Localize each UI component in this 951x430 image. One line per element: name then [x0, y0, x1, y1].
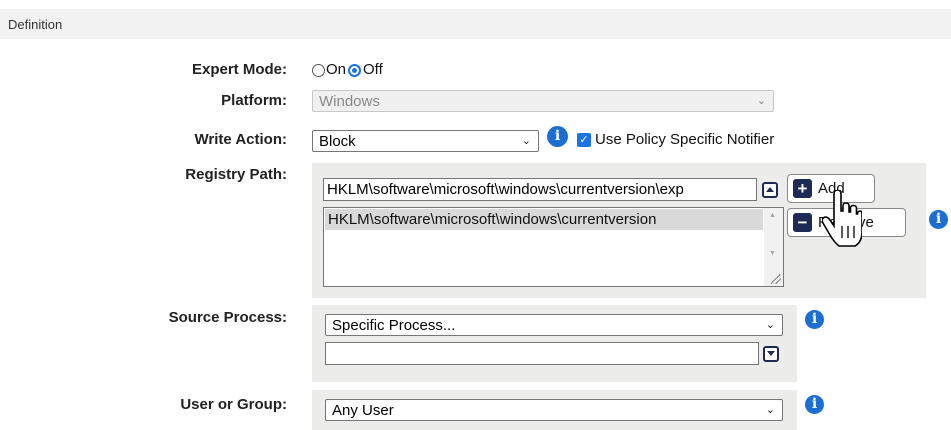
registry-path-input[interactable]: HKLM\software\microsoft\windows\currentv… — [323, 178, 757, 201]
scroll-up-icon[interactable]: ▲ — [769, 212, 776, 219]
write-action-label: Write Action: — [194, 131, 288, 148]
registry-path-list[interactable]: HKLM\software\microsoft\windows\currentv… — [323, 207, 784, 287]
expert-mode-label: Expert Mode: — [191, 61, 287, 78]
info-icon[interactable]: i — [547, 126, 568, 147]
platform-label: Platform: — [221, 92, 287, 109]
platform-select: Windows ⌄ — [312, 90, 774, 112]
minus-icon: − — [793, 213, 812, 232]
collapse-up-icon[interactable] — [762, 182, 778, 198]
source-process-label: Source Process: — [168, 309, 287, 326]
expert-mode-on-radio[interactable] — [312, 64, 325, 77]
notifier-label[interactable]: Use Policy Specific Notifier — [595, 131, 774, 148]
hand-cursor-icon — [822, 190, 862, 247]
section-header: Definition — [0, 9, 951, 39]
list-item-label: HKLM\software\microsoft\windows\currentv… — [328, 211, 657, 228]
chevron-down-icon: ⌄ — [756, 95, 766, 107]
info-icon[interactable]: i — [805, 395, 824, 414]
source-process-input[interactable] — [325, 342, 759, 365]
list-item[interactable]: HKLM\software\microsoft\windows\currentv… — [325, 209, 763, 230]
notifier-checkbox[interactable]: ✓ — [577, 133, 591, 147]
user-or-group-select[interactable]: Any User ⌄ — [325, 399, 783, 421]
info-icon[interactable]: i — [929, 210, 948, 229]
write-action-select[interactable]: Block ⌄ — [312, 130, 539, 152]
expert-mode-off-radio[interactable] — [348, 64, 361, 77]
expert-mode-off-label[interactable]: Off — [363, 61, 383, 78]
plus-icon: + — [793, 179, 812, 198]
registry-path-label: Registry Path: — [185, 166, 287, 183]
platform-value: Windows — [319, 93, 380, 110]
write-action-value: Block — [319, 133, 356, 150]
section-title: Definition — [8, 17, 63, 32]
chevron-down-icon: ⌄ — [765, 404, 775, 416]
source-process-select[interactable]: Specific Process... ⌄ — [325, 314, 783, 336]
scroll-down-icon[interactable]: ▼ — [769, 250, 776, 257]
expand-down-icon[interactable] — [763, 346, 779, 362]
info-icon[interactable]: i — [805, 310, 824, 329]
source-process-value: Specific Process... — [332, 317, 456, 334]
user-or-group-value: Any User — [332, 402, 394, 419]
chevron-down-icon: ⌄ — [765, 319, 775, 331]
user-or-group-label: User or Group: — [180, 396, 287, 413]
resize-grip-icon[interactable] — [771, 274, 781, 284]
expert-mode-on-label[interactable]: On — [326, 61, 346, 78]
chevron-down-icon: ⌄ — [521, 135, 531, 147]
registry-path-input-value: HKLM\software\microsoft\windows\currentv… — [327, 181, 684, 198]
